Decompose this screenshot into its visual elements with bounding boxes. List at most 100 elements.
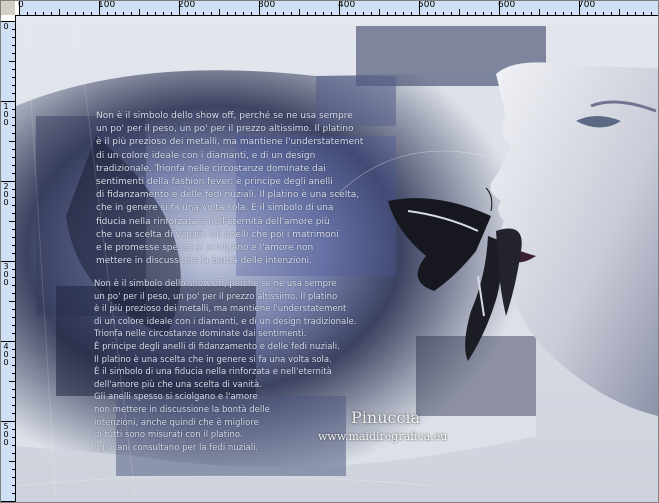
vertical-ruler[interactable]: 0 100 200 300 400 500	[1, 15, 16, 502]
artwork-text-line: tradizionale. Trionfa nelle circostanze …	[96, 163, 326, 174]
artwork-text-line: Non è il simbolo dello show off, perché …	[94, 279, 337, 289]
ruler-tick	[355, 12, 356, 15]
ruler-tick	[291, 12, 292, 15]
ruler-tick	[12, 213, 15, 214]
ruler-tick	[35, 12, 36, 15]
hruler-label-100: 100	[98, 1, 116, 10]
ruler-tick	[12, 29, 15, 30]
ruler-tick	[12, 349, 15, 350]
ruler-tick	[1, 341, 15, 342]
ruler-tick	[563, 12, 564, 15]
ruler-tick	[12, 109, 15, 110]
ruler-tick	[59, 9, 60, 15]
ruler-tick	[507, 12, 508, 15]
ruler-tick	[187, 12, 188, 15]
ruler-tick	[531, 12, 532, 15]
ruler-tick	[12, 165, 15, 166]
ruler-tick	[131, 12, 132, 15]
ruler-tick	[12, 149, 15, 150]
ruler-tick	[651, 12, 652, 15]
ruler-tick	[275, 12, 276, 15]
ruler-tick	[12, 357, 15, 358]
ruler-tick	[1, 21, 15, 22]
ruler-tick	[219, 9, 220, 15]
ruler-tick	[467, 12, 468, 15]
artwork-text-line: Trionfa nelle circostanze dominate dai s…	[94, 329, 307, 340]
artwork-text-line: Il platino è una scelta che in genere si…	[94, 354, 332, 365]
ruler-tick	[12, 117, 15, 118]
ruler-tick	[99, 1, 100, 15]
ruler-tick	[451, 12, 452, 15]
ruler-tick	[12, 485, 15, 486]
artwork-text-line: Gli anelli spesso si sciolgano e l'amore	[94, 392, 258, 403]
ruler-tick	[539, 9, 540, 15]
hruler-label-700: 700	[578, 1, 596, 10]
ruler-tick	[363, 12, 364, 15]
ruler-tick	[315, 12, 316, 15]
hruler-label-500: 500	[418, 1, 436, 10]
ruler-tick	[499, 1, 500, 15]
ruler-tick	[19, 1, 20, 15]
ruler-tick	[9, 141, 15, 142]
vruler-label-200: 200	[3, 182, 9, 207]
artwork-text-line: di un colore ideale con i diamanti, e di…	[96, 150, 316, 161]
ruler-tick	[12, 429, 15, 430]
ruler-tick	[12, 333, 15, 334]
ruler-tick	[347, 12, 348, 15]
ruler-tick	[387, 12, 388, 15]
ruler-tick	[12, 133, 15, 134]
ruler-tick	[483, 12, 484, 15]
horizontal-ruler[interactable]: 0 100 200 300 400 500 600 700	[15, 1, 658, 16]
ruler-tick	[12, 37, 15, 38]
ruler-tick	[12, 453, 15, 454]
ruler-tick	[243, 12, 244, 15]
ruler-tick	[12, 365, 15, 366]
artwork-text-line: È principe degli anelli di fidanzamento …	[94, 341, 340, 352]
ruler-tick	[627, 12, 628, 15]
ruler-tick	[12, 325, 15, 326]
ruler-tick	[12, 373, 15, 374]
artwork-text-line: sentimenti della fashion fever: è princi…	[96, 177, 333, 188]
ruler-tick	[67, 12, 68, 15]
ruler-tick	[435, 12, 436, 15]
ruler-tick	[83, 12, 84, 15]
ruler-tick	[12, 445, 15, 446]
ruler-tick	[12, 157, 15, 158]
ruler-tick	[619, 9, 620, 15]
artwork-text-line: è il più prezioso dei metalli, ma mantie…	[94, 304, 347, 315]
image-window: 0 100 200 300 400 500 600 700 0 100 200 300…	[0, 0, 659, 503]
ruler-tick	[9, 301, 15, 302]
ruler-tick	[12, 205, 15, 206]
vruler-label-500: 500	[3, 422, 9, 447]
ruler-tick	[12, 85, 15, 86]
ruler-tick	[259, 1, 260, 15]
ruler-tick	[107, 12, 108, 15]
artwork-text-line: che in genere si fa una volta sola. È il…	[96, 203, 334, 214]
ruler-tick	[12, 237, 15, 238]
artwork-text-block-1: Non è il simbolo dello show off, perché …	[96, 110, 426, 268]
ruler-tick	[12, 269, 15, 270]
ruler-tick	[179, 1, 180, 15]
artwork-text-line: un po' per il peso, un po' per il prezzo…	[96, 124, 354, 135]
ruler-tick	[171, 12, 172, 15]
artwork-text-line: è il più prezioso dei metalli, ma mantie…	[96, 137, 364, 148]
ruler-tick	[379, 9, 380, 15]
artwork-text-line: I giovani consultano per la fedi nuziali…	[94, 442, 259, 453]
vruler-label-0: 0	[3, 22, 9, 31]
ruler-tick	[51, 12, 52, 15]
ruler-tick	[12, 189, 15, 190]
artwork-text-line: che una scelta di vanità. Gli anelli che…	[96, 229, 339, 240]
ruler-tick	[587, 12, 588, 15]
artwork-text-line: dell'amore più che una scelta di vanità.	[94, 379, 262, 390]
ruler-tick	[571, 12, 572, 15]
hruler-label-400: 400	[338, 1, 356, 10]
ruler-tick	[515, 12, 516, 15]
ruler-tick	[9, 461, 15, 462]
artwork-text-block-2: Non è il simbolo dello show off, perché …	[94, 278, 424, 454]
image-canvas[interactable]: Non è il simbolo dello show off, perché …	[16, 16, 658, 502]
ruler-tick	[195, 12, 196, 15]
ruler-tick	[12, 125, 15, 126]
ruler-tick	[1, 101, 15, 102]
ruler-tick	[251, 12, 252, 15]
ruler-tick	[91, 12, 92, 15]
